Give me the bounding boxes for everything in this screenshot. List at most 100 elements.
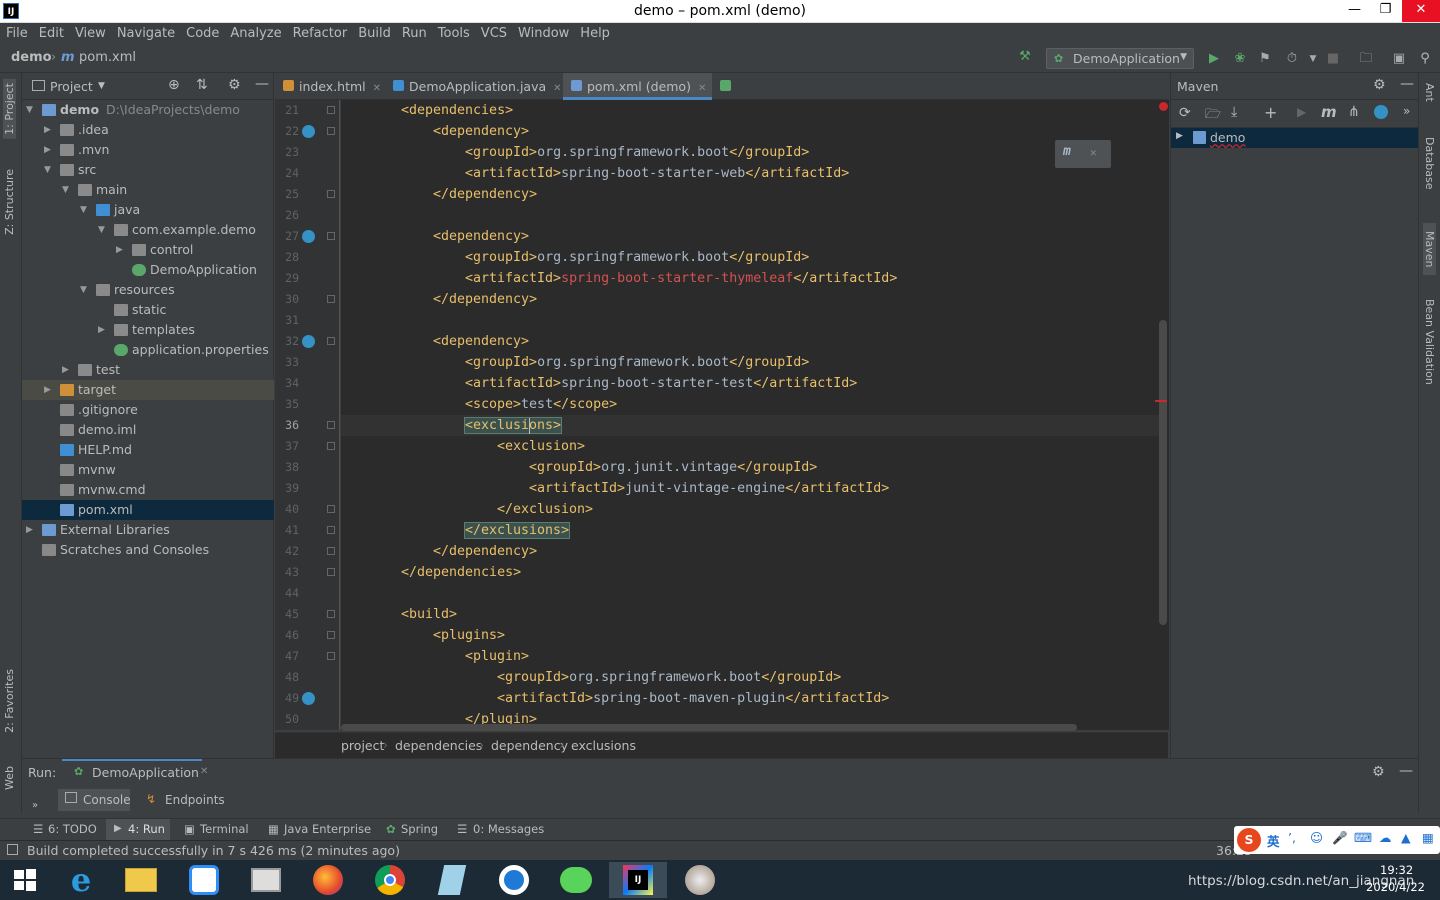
tree-item[interactable]: .gitignore (22, 400, 274, 420)
editor-vertical-scrollbar[interactable] (1155, 100, 1169, 730)
fold-marker-icon[interactable] (327, 232, 335, 240)
fold-marker-icon[interactable] (327, 106, 335, 114)
chevron-right-icon[interactable]: ▶ (44, 120, 54, 140)
run-config-tab[interactable]: DemoApplication (92, 765, 199, 780)
tree-item[interactable]: ▶ templates (22, 320, 274, 340)
tree-item[interactable]: ▼ demo D:\IdeaProjects\demo (22, 100, 274, 120)
taskbar-wechat[interactable] (547, 862, 605, 898)
breadcrumb-item[interactable]: project (341, 738, 384, 753)
taskbar-edge[interactable] (485, 862, 543, 898)
tab-messages[interactable]: 0: Messages (473, 822, 544, 836)
fold-marker-icon[interactable] (327, 547, 335, 555)
console-tab[interactable]: Console (58, 789, 131, 811)
fold-marker-icon[interactable] (327, 568, 335, 576)
grid-icon[interactable]: ▦ (1422, 830, 1434, 845)
tray-date[interactable]: 2020/4/22 (1366, 880, 1425, 894)
skin-icon[interactable]: ☁ (1379, 830, 1392, 845)
profile-icon[interactable]: ⏱ (1284, 51, 1300, 67)
tree-item[interactable]: pom.xml (22, 500, 274, 520)
hide-icon[interactable]: — (1399, 763, 1413, 779)
locate-icon[interactable]: ⊕ (168, 77, 180, 93)
error-stripe-mark[interactable] (1155, 400, 1167, 402)
taskbar-intellij[interactable]: IJ (609, 862, 667, 898)
menu-vcs[interactable]: VCS (475, 23, 512, 46)
tree-item[interactable]: ▶ target (22, 380, 274, 400)
editor-tab[interactable]: DemoApplication.java ✕ (385, 73, 563, 100)
menu-run[interactable]: Run (396, 23, 432, 46)
chevron-right-icon[interactable]: ▶ (116, 240, 126, 260)
chevron-down-icon[interactable]: ▼ (1305, 51, 1321, 67)
search-icon[interactable]: ⚲ (1417, 51, 1433, 67)
taskbar-ie[interactable]: e (52, 861, 110, 899)
tree-item[interactable]: ▼ java (22, 200, 274, 220)
maven-reload-popup[interactable]: m ✕ (1055, 140, 1111, 168)
tree-item[interactable]: ▶ .idea (22, 120, 274, 140)
editor-horizontal-scrollbar[interactable] (341, 724, 1159, 732)
close-icon[interactable]: ✕ (698, 83, 706, 94)
tree-item[interactable]: ▶ control (22, 240, 274, 260)
fold-marker-icon[interactable] (327, 505, 335, 513)
tab-spring[interactable]: Spring (401, 822, 438, 836)
punctuation-icon[interactable]: ’, (1288, 830, 1296, 845)
endpoints-tab[interactable]: Endpoints (165, 793, 225, 807)
maven-goal-icon[interactable]: m (1321, 103, 1337, 121)
menu-refactor[interactable]: Refactor (287, 23, 353, 46)
gear-icon[interactable]: ⚙ (1372, 764, 1385, 780)
minimize-button[interactable]: — (1339, 0, 1370, 22)
tab-database[interactable]: Database (1423, 137, 1436, 190)
chevron-right-icon[interactable]: ▶ (44, 140, 54, 160)
tree-item[interactable]: mvnw.cmd (22, 480, 274, 500)
tree-item[interactable]: ▶ External Libraries (22, 520, 274, 540)
fold-marker-icon[interactable] (327, 526, 335, 534)
tree-item[interactable]: application.properties (22, 340, 274, 360)
run-icon[interactable]: ▶ (1297, 105, 1306, 119)
menu-build[interactable]: Build (352, 23, 396, 46)
collapse-all-icon[interactable]: ⇅ (196, 77, 208, 93)
tab-run[interactable]: 4: Run (128, 822, 165, 836)
taskbar-baidu[interactable] (175, 862, 233, 898)
build-hammer-icon[interactable]: ⚒ (1017, 49, 1033, 65)
taskbar-explorer[interactable] (112, 862, 170, 898)
fold-marker-icon[interactable] (327, 652, 335, 660)
close-button[interactable]: ✕ (1402, 0, 1440, 22)
breadcrumb-item[interactable]: dependencies (395, 738, 482, 753)
tree-item[interactable]: ▶ .mvn (22, 140, 274, 160)
tab-web[interactable]: Web (3, 766, 16, 790)
gear-icon[interactable]: ⚙ (1373, 77, 1386, 93)
stop-icon[interactable]: ■ (1325, 51, 1341, 67)
tree-item[interactable]: ▶ test (22, 360, 274, 380)
status-toggle-icon[interactable] (7, 844, 18, 855)
ime-toolbar[interactable]: S 英 ’, ☺ 🎤 ⌨ ☁ ▲ ▦ (1234, 826, 1440, 854)
error-indicator-icon[interactable] (1159, 102, 1168, 111)
run-config-select[interactable]: ✿ DemoApplication ▼ (1046, 48, 1194, 69)
fold-marker-icon[interactable] (327, 442, 335, 450)
chevron-right-icon[interactable]: ▶ (1176, 131, 1183, 141)
scrollbar-thumb[interactable] (341, 724, 1077, 731)
chevron-down-icon[interactable]: ▼ (26, 100, 36, 120)
fold-marker-icon[interactable] (327, 631, 335, 639)
tree-item[interactable]: mvnw (22, 460, 274, 480)
project-structure-icon[interactable]: 🗀 (1358, 51, 1374, 67)
add-icon[interactable]: + (1264, 103, 1277, 122)
chevron-right-icon[interactable]: ▶ (62, 360, 72, 380)
tab-bean-validation[interactable]: Bean Validation (1423, 299, 1436, 385)
editor-tab[interactable]: index.html ✕ (275, 73, 385, 100)
menu-navigate[interactable]: Navigate (111, 23, 180, 46)
taskbar-firefox[interactable] (299, 862, 357, 898)
menu-analyze[interactable]: Analyze (224, 23, 286, 46)
more-icon[interactable]: » (32, 800, 38, 811)
override-marker-icon[interactable] (302, 125, 315, 138)
window-layout-icon[interactable]: ▣ (1391, 51, 1407, 67)
voice-icon[interactable]: 🎤 (1332, 830, 1348, 846)
tab-favorites[interactable]: 2: Favorites (3, 669, 16, 733)
tree-item[interactable]: DemoApplication (22, 260, 274, 280)
hide-icon[interactable]: — (1400, 76, 1414, 92)
project-panel-title[interactable]: Project (50, 79, 93, 94)
chevron-down-icon[interactable]: ▼ (44, 160, 54, 180)
taskbar-photo[interactable] (671, 862, 729, 898)
tree-item[interactable]: ▼ src (22, 160, 274, 180)
gear-icon[interactable]: ⚙ (228, 77, 241, 93)
nav-project[interactable]: demo (11, 50, 52, 65)
breadcrumb-item[interactable]: dependency (491, 738, 568, 753)
maven-reload-icon[interactable]: m (1063, 144, 1071, 159)
